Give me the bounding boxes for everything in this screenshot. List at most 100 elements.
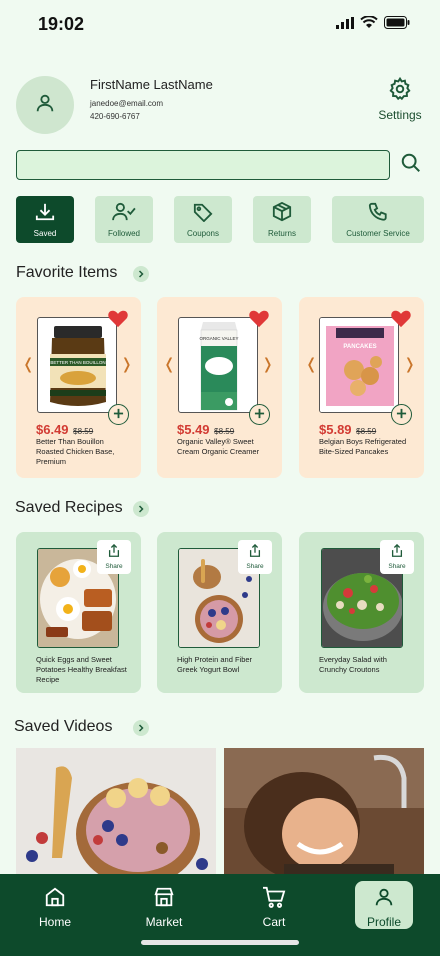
- avatar[interactable]: [16, 76, 74, 134]
- status-time: 19:02: [38, 14, 85, 34]
- nav-cart-label: Cart: [262, 915, 286, 929]
- chevron-right-icon: [137, 500, 145, 518]
- phone-icon: [367, 202, 389, 227]
- share-button[interactable]: Share: [97, 540, 131, 574]
- home-indicator: [141, 940, 299, 945]
- old-price: $8.59: [356, 427, 377, 436]
- user-name: FirstName LastName: [90, 77, 213, 92]
- add-to-cart-button[interactable]: [108, 404, 129, 425]
- favorites-title: Favorite Items: [16, 264, 118, 281]
- coupons-button[interactable]: Coupons: [174, 196, 232, 243]
- videos-title: Saved Videos: [14, 718, 113, 735]
- recipes-title: Saved Recipes: [15, 499, 123, 516]
- favorite-item-card[interactable]: PANCAKES ❬ ❭ $5.89 $8.59 Belgian Boys Re…: [299, 297, 424, 478]
- next-image-button[interactable]: ❭: [403, 355, 416, 373]
- settings-label: Settings: [378, 108, 422, 122]
- signal-icon: [336, 16, 354, 34]
- tag-icon: [192, 202, 214, 227]
- share-button[interactable]: Share: [238, 540, 272, 574]
- heart-icon[interactable]: [390, 308, 412, 333]
- nav-cart[interactable]: Cart: [244, 881, 304, 929]
- price: $5.49 $8.59: [177, 422, 234, 437]
- wifi-icon: [360, 15, 378, 34]
- user-phone: 420-690-6767: [90, 112, 140, 121]
- prev-image-button[interactable]: ❬: [22, 355, 35, 373]
- share-label: Share: [246, 563, 264, 570]
- svg-text:PANCAKES: PANCAKES: [343, 344, 376, 350]
- old-price: $8.59: [73, 427, 94, 436]
- product-name: Belgian Boys Refrigerated Bite-Sized Pan…: [319, 437, 407, 456]
- user-check-icon: [111, 202, 137, 227]
- recipe-name: Quick Eggs and Sweet Potatoes Healthy Br…: [36, 655, 127, 684]
- coupons-label: Coupons: [186, 228, 220, 238]
- search-button[interactable]: [398, 152, 424, 178]
- price: $5.89 $8.59: [319, 422, 376, 437]
- plus-icon: [254, 406, 265, 424]
- returns-button[interactable]: Returns: [253, 196, 311, 243]
- recipe-card[interactable]: Share Quick Eggs and Sweet Potatoes Heal…: [16, 532, 141, 693]
- add-to-cart-button[interactable]: [249, 404, 270, 425]
- followed-label: Followed: [107, 228, 140, 238]
- recipe-card[interactable]: Share High Protein and Fiber Greek Yogur…: [157, 532, 282, 693]
- returns-label: Returns: [267, 228, 296, 238]
- settings-button[interactable]: Settings: [372, 76, 428, 122]
- battery-icon: [384, 16, 410, 34]
- current-price: $6.49: [36, 422, 69, 437]
- share-button[interactable]: Share: [380, 540, 414, 574]
- product-image: BETTER THAN BOUILLON: [37, 317, 117, 413]
- heart-icon[interactable]: [107, 308, 129, 333]
- video-thumbnail[interactable]: [16, 748, 216, 878]
- recipes-see-more-button[interactable]: [133, 501, 149, 517]
- prev-image-button[interactable]: ❬: [163, 355, 176, 373]
- nav-market[interactable]: Market: [134, 881, 194, 929]
- share-icon: [107, 543, 121, 563]
- nav-home[interactable]: Home: [25, 881, 85, 929]
- nav-profile[interactable]: Profile: [355, 881, 413, 929]
- next-image-button[interactable]: ❭: [261, 355, 274, 373]
- old-price: $8.59: [214, 427, 235, 436]
- share-icon: [248, 543, 262, 563]
- saved-label: Saved: [33, 228, 57, 238]
- share-label: Share: [105, 563, 123, 570]
- nav-home-label: Home: [38, 915, 71, 929]
- share-label: Share: [388, 563, 406, 570]
- price: $6.49 $8.59: [36, 422, 93, 437]
- current-price: $5.49: [177, 422, 210, 437]
- heart-icon[interactable]: [248, 308, 270, 333]
- download-icon: [34, 202, 56, 227]
- favorites-see-more-button[interactable]: [133, 266, 149, 282]
- product-name: Better Than Bouillon Roasted Chicken Bas…: [36, 437, 115, 466]
- plus-icon: [396, 406, 407, 424]
- nav-market-label: Market: [145, 915, 183, 929]
- search-input[interactable]: [16, 150, 390, 180]
- followed-button[interactable]: Followed: [95, 196, 153, 243]
- prev-image-button[interactable]: ❬: [305, 355, 318, 373]
- home-icon: [44, 886, 66, 913]
- gear-icon: [387, 76, 413, 106]
- customer-service-button[interactable]: Customer Service: [332, 196, 424, 243]
- add-to-cart-button[interactable]: [391, 404, 412, 425]
- user-icon: [373, 886, 395, 913]
- current-price: $5.89: [319, 422, 352, 437]
- saved-button[interactable]: Saved: [16, 196, 74, 243]
- status-bar: 19:02: [0, 0, 440, 50]
- recipe-name: High Protein and Fiber Greek Yogurt Bowl: [177, 655, 253, 674]
- cart-icon: [262, 886, 286, 913]
- user-email: janedoe@email.com: [90, 99, 164, 108]
- plus-icon: [113, 406, 124, 424]
- videos-see-more-button[interactable]: [133, 720, 149, 736]
- favorite-item-card[interactable]: ORGANIC VALLEY ❬ ❭ $5.49 $8.59 Organic V…: [157, 297, 282, 478]
- status-icons: [336, 15, 410, 34]
- next-image-button[interactable]: ❭: [120, 355, 133, 373]
- favorite-item-card[interactable]: BETTER THAN BOUILLON ❬ ❭ $6.49 $8.59 Bet…: [16, 297, 141, 478]
- search-icon: [400, 152, 422, 179]
- recipe-card[interactable]: Share Everyday Salad with Crunchy Crouto…: [299, 532, 424, 693]
- chevron-right-icon: [137, 719, 145, 737]
- recipe-name: Everyday Salad with Crunchy Croutons: [319, 655, 387, 674]
- product-image: PANCAKES: [319, 317, 399, 413]
- product-name: Organic Valley® Sweet Cream Organic Crea…: [177, 437, 260, 456]
- product-image: ORGANIC VALLEY: [178, 317, 258, 413]
- nav-profile-label: Profile: [366, 915, 401, 929]
- customer-service-label: Customer Service: [346, 228, 410, 238]
- video-thumbnail[interactable]: [224, 748, 424, 878]
